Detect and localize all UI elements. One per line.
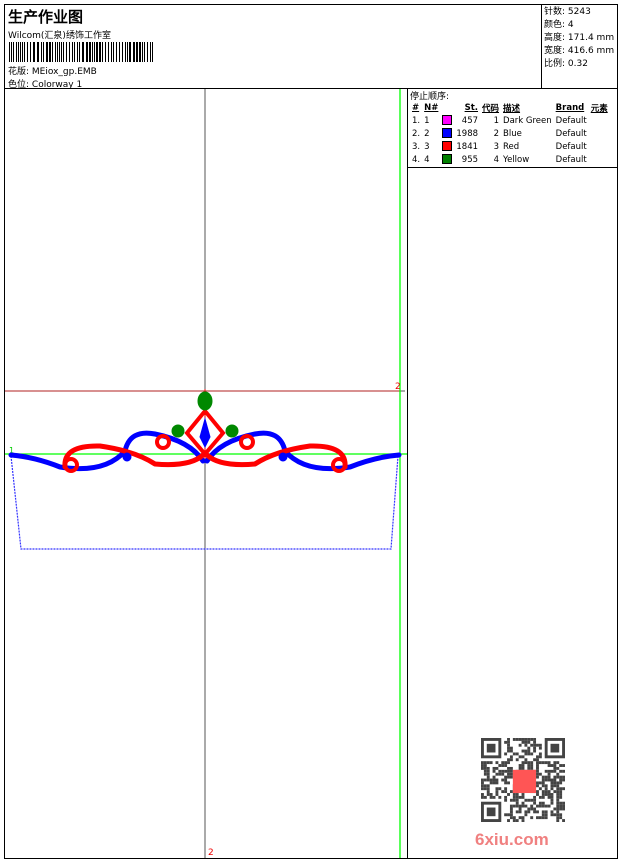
row-description: Dark Green [503, 115, 552, 126]
color-swatch [442, 141, 453, 152]
info-height: 高度: 171.4 mm [544, 33, 615, 43]
design-info: 针数: 5243 颜色: 4 高度: 171.4 mm 宽度: 416.6 mm… [541, 5, 617, 88]
row-code: 1 [493, 115, 500, 126]
row-index: 1. [412, 115, 421, 126]
row-index: 2. [412, 128, 421, 139]
col-stitches: St. [464, 102, 479, 113]
row-description: Yellow [503, 154, 530, 165]
barcode [9, 42, 155, 62]
design-label: 花版: [8, 67, 30, 77]
color-swatch [442, 154, 453, 165]
table-row: 4. 4 955 4 Yellow Default [410, 153, 610, 166]
info-colors: 颜色: 4 [544, 20, 574, 30]
row-description: Blue [503, 128, 522, 139]
design-file: 花版: MEiox_gp.EMB [8, 64, 97, 77]
design-value: MEiox_gp.EMB [31, 67, 97, 77]
row-number: 3 [424, 141, 430, 152]
row-number: 4 [424, 154, 430, 165]
color-table: # N# St. 代码 描述 Brand 元素 1. 1 457 1 Dark Gree… [410, 101, 610, 166]
table-header: # N# St. 代码 描述 Brand 元素 [410, 101, 610, 114]
row-code: 3 [493, 141, 500, 152]
row-brand: Default [555, 115, 587, 126]
row-stitches: 1841 [456, 141, 479, 152]
design-canvas: 2 2 1 [5, 89, 407, 858]
info-stitches: 针数: 5243 [544, 7, 591, 17]
row-number: 2 [424, 128, 430, 139]
row-brand: Default [555, 154, 587, 165]
watermark-logo: 6xiu.com [475, 830, 549, 849]
row-description: Red [503, 141, 520, 152]
row-code: 2 [493, 128, 500, 139]
row-brand: Default [555, 128, 587, 139]
color-swatch [442, 115, 453, 126]
col-brand: Brand [555, 102, 585, 113]
col-number: N# [424, 102, 439, 113]
qr-code [481, 738, 565, 822]
table-row: 2. 2 1988 2 Blue Default [410, 127, 610, 140]
row-number: 1 [424, 115, 430, 126]
row-brand: Default [555, 141, 587, 152]
marker-top: 2 [395, 382, 401, 392]
marker-bottom: 2 [208, 848, 214, 858]
company-name: Wilcom(汇泉)绣饰工作室 [8, 31, 111, 41]
page-title: 生产作业图 [8, 8, 84, 26]
row-stitches: 955 [461, 154, 479, 165]
col-code: 代码 [482, 103, 500, 114]
table-row: 3. 3 1841 3 Red Default [410, 140, 610, 153]
row-index: 3. [412, 141, 421, 152]
table-row: 1. 1 457 1 Dark Green Default [410, 114, 610, 127]
header: 生产作业图 Wilcom(汇泉)绣饰工作室 花版: MEiox_gp.EMB 色… [4, 4, 618, 90]
row-index: 4. [412, 154, 421, 165]
stop-sequence: 停止顺序: # N# St. 代码 描述 Brand 元素 1. 1 457 1 Dar… [408, 88, 618, 168]
col-index: # [412, 102, 420, 113]
row-stitches: 1988 [456, 128, 479, 139]
row-code: 4 [493, 154, 500, 165]
col-description: 描述 [503, 103, 521, 114]
info-width: 宽度: 416.6 mm [544, 46, 615, 56]
info-scale: 比例: 0.32 [544, 59, 588, 69]
row-stitches: 457 [461, 115, 479, 126]
color-swatch [442, 128, 453, 139]
col-element: 元素 [590, 103, 608, 114]
